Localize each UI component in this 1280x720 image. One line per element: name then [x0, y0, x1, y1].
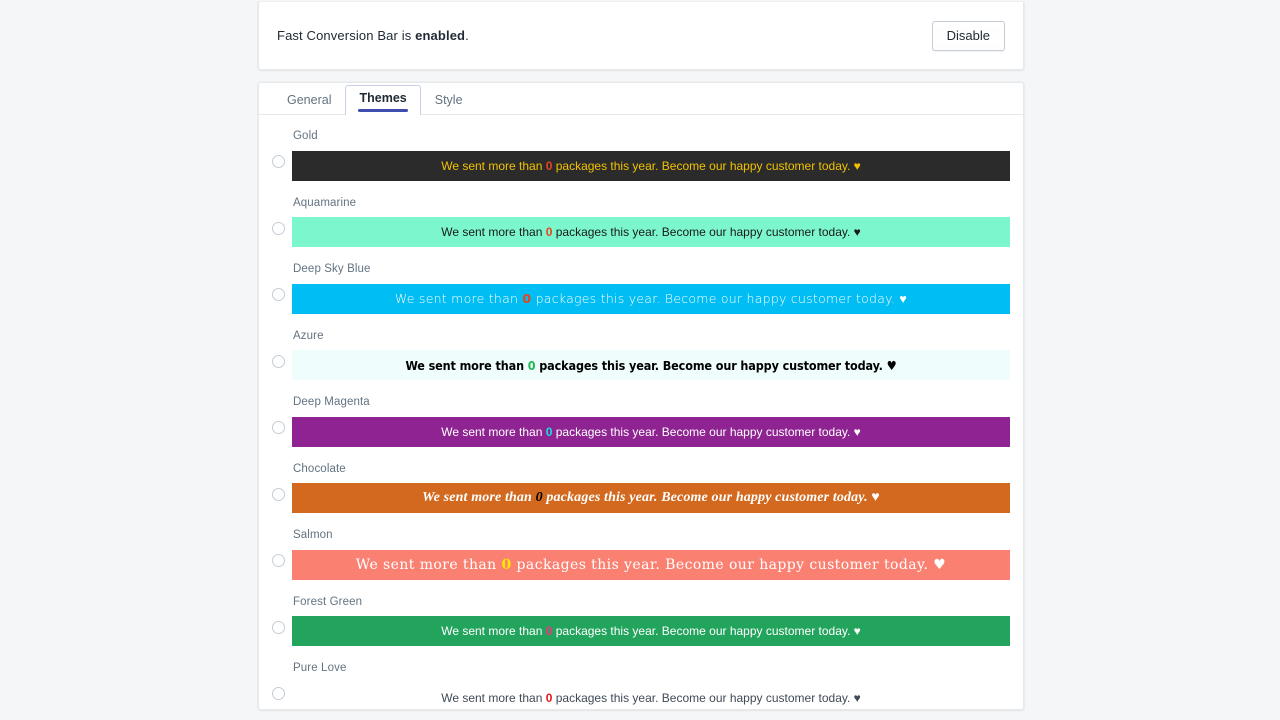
- status-notice-text: Fast Conversion Bar is enabled.: [277, 28, 469, 43]
- theme-radio-gold[interactable]: [272, 155, 285, 168]
- theme-radio-azure[interactable]: [272, 354, 285, 368]
- preview-message: We sent more than 0 packages this year. …: [356, 557, 946, 573]
- status-notice-suffix: .: [465, 28, 469, 43]
- tab-general[interactable]: General: [273, 87, 345, 116]
- theme-preview-bar[interactable]: We sent more than 0 packages this year. …: [292, 616, 1010, 646]
- preview-message-prefix: We sent more than: [441, 158, 546, 173]
- theme-preview-bar[interactable]: We sent more than 0 packages this year. …: [292, 416, 1010, 447]
- preview-message-suffix: packages this year. Become our happy cus…: [552, 158, 861, 173]
- preview-message-prefix: We sent more than: [441, 424, 546, 439]
- theme-label: Aquamarine: [293, 196, 357, 209]
- theme-radio-deep-sky-blue[interactable]: [272, 288, 285, 301]
- theme-preview-bar[interactable]: We sent more than 0 packages this year. …: [292, 549, 1010, 580]
- theme-row: Salmon We sent more than 0 packages this …: [272, 529, 1010, 580]
- theme-row: Deep Magenta We sent more than 0 packages…: [272, 396, 1010, 447]
- tab-style[interactable]: Style: [421, 87, 477, 116]
- preview-message: We sent more than 0 packages this year. …: [441, 159, 861, 173]
- preview-package-count: 0: [535, 490, 543, 505]
- tab-themes[interactable]: Themes: [345, 84, 421, 115]
- preview-message: We sent more than 0 packages this year. …: [441, 425, 861, 439]
- preview-message: We sent more than 0 packages this year. …: [441, 691, 861, 705]
- theme-body: Salmon We sent more than 0 packages this …: [292, 529, 1010, 580]
- theme-body: Forest Green We sent more than 0 packages…: [292, 595, 1010, 646]
- theme-preview-bar[interactable]: We sent more than 0 packages this year. …: [292, 217, 1010, 247]
- status-badge: enabled: [415, 28, 466, 43]
- preview-message-prefix: We sent more than: [441, 624, 546, 638]
- preview-package-count: 0: [501, 556, 512, 573]
- preview-message-prefix: We sent more than: [394, 291, 523, 306]
- theme-row: Chocolate We sent more than 0 packages th…: [272, 462, 1010, 513]
- preview-message-suffix: packages this year. Become our happy cus…: [552, 690, 861, 705]
- theme-row: Gold We sent more than 0 packages this ye…: [272, 130, 1010, 181]
- theme-label: Azure: [293, 329, 324, 342]
- theme-body: Deep Sky Blue We sent more than 0 package…: [292, 263, 1010, 314]
- theme-row: Azure We sent more than 0 packages this y…: [272, 329, 1010, 380]
- theme-radio-pure-love[interactable]: [272, 687, 285, 700]
- theme-label: Pure Love: [293, 662, 347, 674]
- theme-radio-deep-magenta[interactable]: [272, 421, 285, 434]
- theme-body: Gold We sent more than 0 packages this ye…: [292, 130, 1010, 181]
- theme-radio-chocolate[interactable]: [272, 487, 285, 501]
- preview-message-suffix: packages this year. Become our happy cus…: [552, 424, 861, 439]
- preview-message: We sent more than 0 packages this year. …: [422, 490, 880, 506]
- preview-message-suffix: packages this year. Become our happy cus…: [552, 624, 861, 638]
- theme-row: Deep Sky Blue We sent more than 0 package…: [272, 263, 1010, 314]
- theme-radio-forest-green[interactable]: [272, 620, 285, 634]
- theme-preview-bar[interactable]: We sent more than 0 packages this year. …: [292, 150, 1010, 181]
- preview-message-suffix: packages this year. Become our happy cus…: [511, 556, 947, 573]
- theme-preview-bar[interactable]: We sent more than 0 packages this year. …: [292, 683, 1010, 710]
- disable-button[interactable]: Disable: [931, 20, 1005, 51]
- preview-message: We sent more than 0 packages this year. …: [441, 225, 861, 239]
- tab-bar: General Themes Style: [259, 83, 1023, 115]
- theme-body: Deep Magenta We sent more than 0 packages…: [292, 396, 1010, 447]
- status-notice-card: Fast Conversion Bar is enabled. Disable: [258, 2, 1024, 70]
- theme-preview-bar[interactable]: We sent more than 0 packages this year. …: [292, 283, 1010, 314]
- theme-preview-bar[interactable]: We sent more than 0 packages this year. …: [292, 483, 1010, 513]
- theme-row: Aquamarine We sent more than 0 packages t…: [272, 196, 1010, 247]
- theme-body: Chocolate We sent more than 0 packages th…: [292, 462, 1010, 513]
- preview-message-prefix: We sent more than: [441, 225, 546, 239]
- theme-row: Pure Love We sent more than 0 packages th…: [272, 662, 1010, 710]
- status-notice-prefix: Fast Conversion Bar is: [277, 28, 416, 43]
- theme-row: Forest Green We sent more than 0 packages…: [272, 595, 1010, 646]
- preview-message: We sent more than 0 packages this year. …: [441, 624, 861, 638]
- preview-message-prefix: We sent more than: [441, 690, 546, 705]
- theme-label: Salmon: [293, 529, 333, 541]
- theme-label: Forest Green: [293, 595, 363, 608]
- preview-message-suffix: packages this year. Become our happy cus…: [535, 357, 897, 373]
- theme-label: Deep Sky Blue: [293, 263, 371, 275]
- preview-message-suffix: packages this year. Become our happy cus…: [542, 490, 880, 505]
- preview-message-suffix: packages this year. Become our happy cus…: [552, 225, 861, 239]
- theme-body: Azure We sent more than 0 packages this y…: [292, 329, 1010, 380]
- theme-label: Gold: [293, 130, 318, 142]
- theme-label: Deep Magenta: [293, 396, 370, 408]
- preview-message-prefix: We sent more than: [355, 556, 502, 573]
- preview-message: We sent more than 0 packages this year. …: [405, 358, 896, 373]
- theme-label: Chocolate: [293, 462, 346, 475]
- preview-message-suffix: packages this year. Become our happy cus…: [531, 291, 908, 306]
- theme-body: Pure Love We sent more than 0 packages th…: [292, 662, 1010, 710]
- preview-message: We sent more than 0 packages this year. …: [395, 291, 907, 306]
- theme-body: Aquamarine We sent more than 0 packages t…: [292, 196, 1010, 247]
- page-root: Fast Conversion Bar is enabled. Disable …: [0, 0, 1280, 720]
- theme-radio-salmon[interactable]: [272, 554, 285, 567]
- theme-list: Gold We sent more than 0 packages this ye…: [259, 115, 1023, 710]
- preview-message-prefix: We sent more than: [422, 490, 536, 505]
- settings-card: General Themes Style Gold We sent more th…: [258, 82, 1024, 710]
- theme-radio-aquamarine[interactable]: [272, 221, 285, 235]
- preview-message-prefix: We sent more than: [405, 357, 528, 373]
- theme-preview-bar[interactable]: We sent more than 0 packages this year. …: [292, 350, 1010, 380]
